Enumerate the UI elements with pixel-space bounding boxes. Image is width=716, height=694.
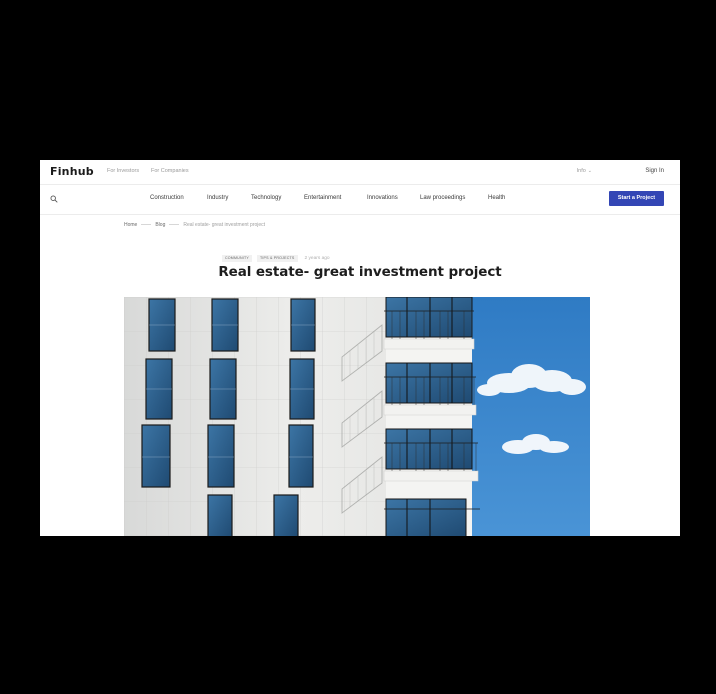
tag-community[interactable]: COMMUNITY xyxy=(222,255,252,263)
article-title: Real estate- great investment project xyxy=(218,264,502,280)
sign-in-link[interactable]: Sign In xyxy=(645,168,664,174)
article-timestamp: 2 years ago xyxy=(304,256,330,262)
category-list: Construction Industry Technology Enterta… xyxy=(40,195,680,205)
top-navigation-bar: Finhub For Investors For Companies Info ⌄… xyxy=(40,160,680,185)
category-innovations[interactable]: Innovations xyxy=(367,195,398,201)
building-photo xyxy=(124,297,590,536)
start-project-button[interactable]: Start a Project xyxy=(609,191,664,206)
breadcrumb-current: Real estate- great investment project xyxy=(183,222,266,228)
breadcrumb-separator xyxy=(169,224,180,226)
breadcrumb-separator xyxy=(141,224,152,226)
category-entertainment[interactable]: Entertainment xyxy=(304,195,341,201)
category-health[interactable]: Health xyxy=(488,195,505,201)
category-navigation-bar: Construction Industry Technology Enterta… xyxy=(40,184,680,215)
category-law-proceedings[interactable]: Law proceedings xyxy=(420,195,465,201)
category-industry[interactable]: Industry xyxy=(207,195,228,201)
article-hero-image xyxy=(124,297,590,536)
category-construction[interactable]: Construction xyxy=(150,195,184,201)
chevron-down-icon: ⌄ xyxy=(587,168,592,174)
category-technology[interactable]: Technology xyxy=(251,195,281,201)
tag-tips-projects[interactable]: TIPS & PROJECTS xyxy=(256,255,298,263)
language-label: Info xyxy=(576,168,586,174)
breadcrumb: Home Blog Real estate- great investment pr… xyxy=(124,222,265,228)
site-logo[interactable]: Finhub xyxy=(50,165,94,178)
nav-link-for-investors[interactable]: For Investors xyxy=(107,168,139,174)
page-viewport: Finhub For Investors For Companies Info ⌄… xyxy=(40,160,680,536)
nav-link-for-companies[interactable]: For Companies xyxy=(151,168,189,174)
article-meta: COMMUNITY TIPS & PROJECTS 2 years ago xyxy=(222,250,330,263)
breadcrumb-blog[interactable]: Blog xyxy=(155,222,165,228)
language-selector[interactable]: Info ⌄ xyxy=(577,168,592,174)
breadcrumb-home[interactable]: Home xyxy=(124,222,137,228)
